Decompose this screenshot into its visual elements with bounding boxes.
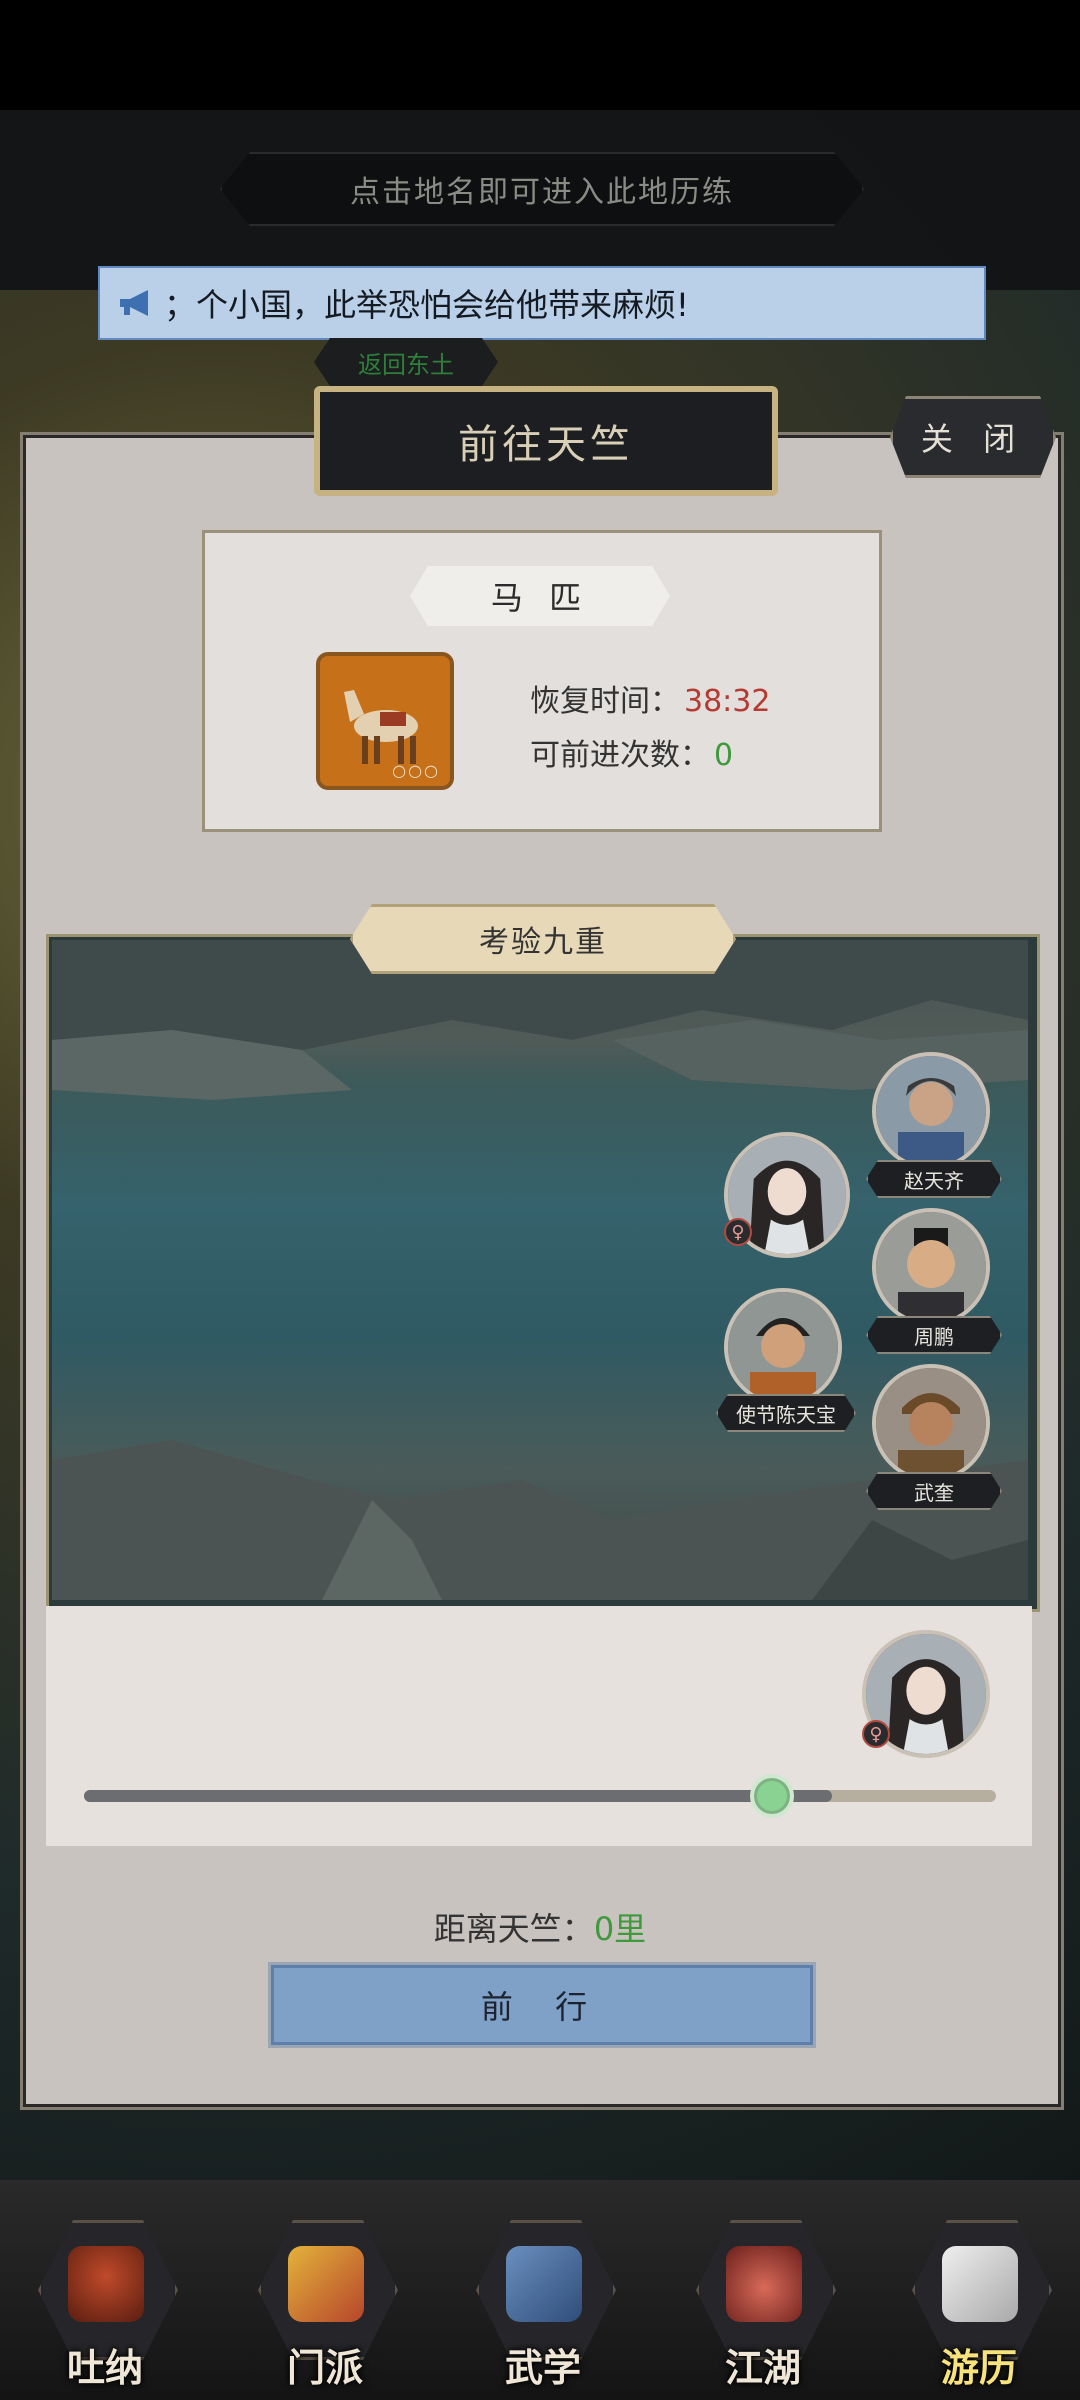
announcement-marquee: ；个小国，此举恐怕会给他带来麻烦! bbox=[98, 266, 986, 340]
female-icon: ♀ bbox=[724, 1218, 752, 1246]
banner-icon bbox=[288, 2246, 364, 2322]
megaphone-icon bbox=[120, 290, 148, 316]
character-name: 使节陈天宝 bbox=[716, 1394, 856, 1432]
nav-label: 门派 bbox=[286, 2346, 363, 2390]
nav-label: 吐纳 bbox=[66, 2346, 143, 2390]
recovery-value: 38:32 bbox=[684, 684, 771, 719]
character-portrait[interactable] bbox=[872, 1052, 990, 1170]
horse-icon bbox=[942, 2246, 1018, 2322]
advance-button[interactable]: 前 行 bbox=[268, 1962, 816, 2048]
character-portrait[interactable] bbox=[872, 1208, 990, 1326]
character-name: 周鹏 bbox=[866, 1316, 1002, 1354]
distance-value: 0里 bbox=[593, 1910, 647, 1948]
advance-label: 可前进次数： bbox=[530, 738, 710, 773]
horse-item-icon[interactable]: ○○○ bbox=[316, 652, 454, 790]
trial-label: 考验九重 bbox=[350, 904, 736, 974]
character-portrait[interactable] bbox=[872, 1364, 990, 1482]
manual-icon bbox=[506, 2246, 582, 2322]
straw-hat-icon bbox=[726, 2246, 802, 2322]
character-portrait[interactable] bbox=[724, 1288, 842, 1406]
nav-label: 武学 bbox=[504, 2346, 581, 2390]
return-east-button[interactable]: 返回东土 bbox=[314, 338, 498, 386]
distance-label: 距离天竺： bbox=[433, 1910, 594, 1948]
progress-fill bbox=[84, 1790, 832, 1802]
character-name: 赵天齐 bbox=[866, 1160, 1002, 1198]
nav-sect[interactable]: 门派 bbox=[250, 2202, 400, 2390]
nav-martial-arts[interactable]: 武学 bbox=[468, 2202, 618, 2390]
nav-label: 游历 bbox=[940, 2346, 1017, 2390]
close-button[interactable]: 关 闭 bbox=[890, 396, 1056, 478]
distance-text: 距离天竺：0里 bbox=[0, 1904, 1080, 1950]
item-stars: ○○○ bbox=[392, 761, 440, 780]
progress-marker bbox=[750, 1774, 794, 1818]
announcement-text: ；个小国，此举恐怕会给他带来麻烦! bbox=[164, 286, 689, 324]
advance-value: 0 bbox=[714, 738, 734, 773]
dialog-title: 前往天竺 bbox=[314, 386, 778, 496]
nav-label: 江湖 bbox=[724, 2346, 801, 2390]
nav-tuna[interactable]: 吐纳 bbox=[30, 2202, 180, 2390]
hint-bar: 点击地名即可进入此地历练 bbox=[220, 152, 864, 226]
recovery-time: 恢复时间： 38:32 bbox=[530, 676, 770, 720]
recovery-label: 恢复时间： bbox=[530, 684, 680, 719]
meditation-icon bbox=[68, 2246, 144, 2322]
nav-jianghu[interactable]: 江湖 bbox=[688, 2202, 838, 2390]
nav-travel[interactable]: 游历 bbox=[904, 2202, 1054, 2390]
advance-count: 可前进次数： 0 bbox=[530, 730, 733, 774]
status-bar bbox=[0, 0, 1080, 110]
character-name: 武奎 bbox=[866, 1472, 1002, 1510]
female-icon: ♀ bbox=[862, 1720, 890, 1748]
horse-tag: 马 匹 bbox=[410, 566, 670, 626]
